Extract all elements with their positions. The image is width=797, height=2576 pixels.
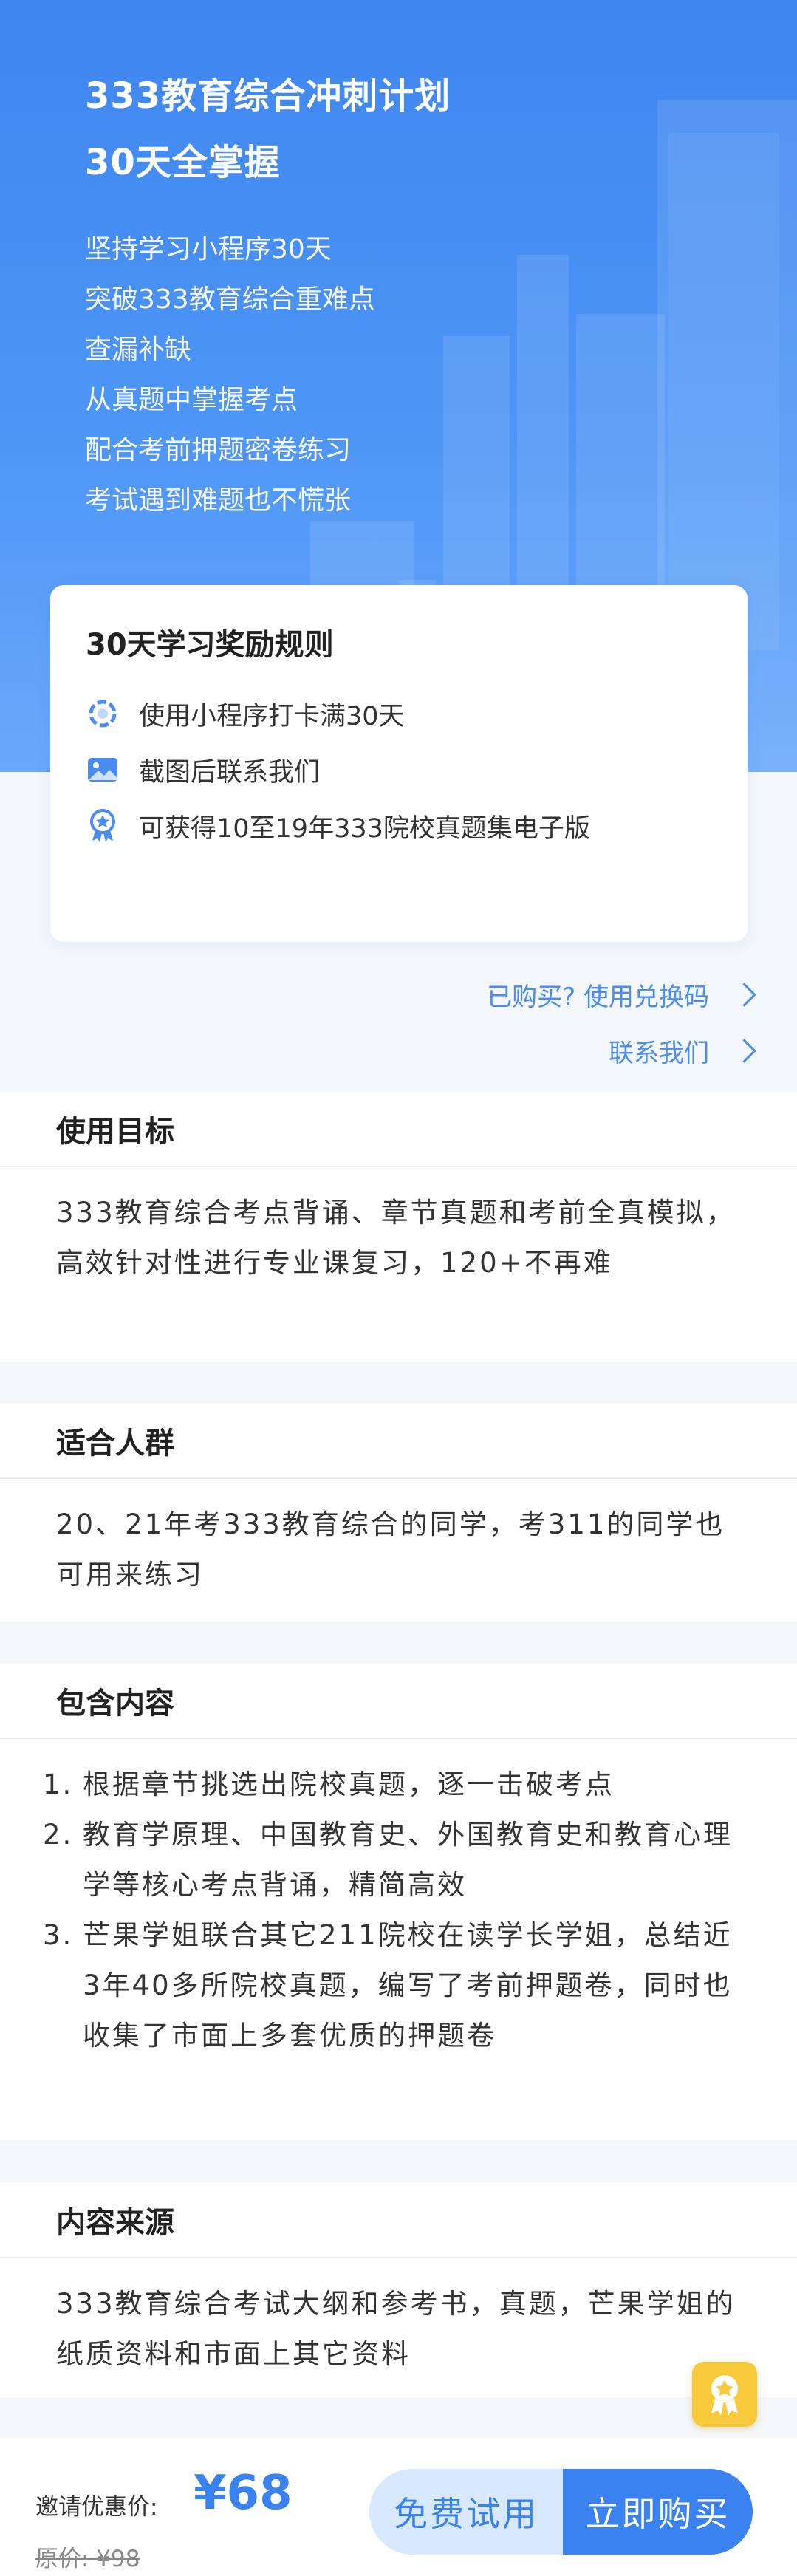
- section-title: 包含内容: [0, 1664, 797, 1739]
- contact-us-link[interactable]: 联系我们: [609, 1033, 756, 1069]
- chevron-right-icon: [732, 983, 756, 1007]
- refresh-icon: [86, 697, 120, 731]
- section-title: 使用目标: [0, 1092, 797, 1167]
- hero-line: 查漏补缺: [85, 335, 192, 365]
- list-number: 2.: [43, 1819, 74, 1851]
- hero-line: 考试遇到难题也不慌张: [85, 485, 352, 516]
- hero-title: 333教育综合冲刺计划: [85, 75, 451, 117]
- rule-item: 使用小程序打卡满30天: [86, 694, 405, 733]
- section-title: 适合人群: [0, 1404, 797, 1479]
- award-icon: [711, 2375, 739, 2416]
- section-contents: 包含内容 1. 根据章节挑选出院校真题，逐一击破考点 2. 教育学原理、中国教育…: [0, 1664, 797, 2140]
- free-trial-button[interactable]: 免费试用: [369, 2469, 563, 2555]
- image-icon: [86, 753, 120, 787]
- buy-now-button[interactable]: 立即购买: [563, 2469, 753, 2555]
- hero-line: 配合考前押题密卷练习: [85, 435, 352, 465]
- action-buttons: 免费试用 立即购买: [369, 2469, 753, 2555]
- section-text: 333教育综合考试大纲和参考书，真题，芒果学姐的纸质资料和市面上其它资料: [56, 2288, 736, 2370]
- chevron-right-icon: [732, 1039, 756, 1063]
- section-text: 333教育综合考点背诵、章节真题和考前全真模拟，高效针对性进行专业课复习，120…: [56, 1197, 736, 1279]
- price-value: ¥68: [194, 2466, 293, 2521]
- section-text: 20、21年考333教育综合的同学，考311的同学也可用来练习: [56, 1509, 725, 1591]
- list-text: 芒果学姐联合其它211院校在读学长学姐，总结近3年40多所院校真题，编写了考前押…: [83, 1919, 733, 2051]
- award-icon: [86, 809, 120, 843]
- section-title: 内容来源: [0, 2183, 797, 2258]
- section-source: 内容来源 333教育综合考试大纲和参考书，真题，芒果学姐的纸质资料和市面上其它资…: [0, 2183, 797, 2397]
- redeem-code-label: 已购买? 使用兑换码: [487, 983, 709, 1012]
- contact-us-label: 联系我们: [609, 1039, 709, 1068]
- list-text: 教育学原理、中国教育史、外国教育史和教育心理学等核心考点背诵，精简高效: [83, 1819, 733, 1901]
- rule-text: 截图后联系我们: [139, 757, 321, 788]
- rule-text: 使用小程序打卡满30天: [139, 701, 405, 731]
- rules-card: 30天学习奖励规则 使用小程序打卡满30天 截图后联系我们 可获得10至19年3…: [50, 585, 748, 942]
- list-item: 2. 教育学原理、中国教育史、外国教育史和教育心理学等核心考点背诵，精简高效: [43, 1810, 745, 1910]
- hero-subtitle: 30天全掌握: [85, 142, 281, 183]
- list-number: 3.: [43, 1919, 74, 1951]
- section-goal: 使用目标 333教育综合考点背诵、章节真题和考前全真模拟，高效针对性进行专业课复…: [0, 1092, 797, 1362]
- rules-card-title: 30天学习奖励规则: [86, 628, 334, 662]
- list-item: 1. 根据章节挑选出院校真题，逐一击破考点: [43, 1760, 745, 1810]
- section-audience: 适合人群 20、21年考333教育综合的同学，考311的同学也可用来练习: [0, 1404, 797, 1622]
- list-number: 1.: [43, 1769, 74, 1800]
- reward-float-button[interactable]: [692, 2362, 757, 2427]
- rule-item: 截图后联系我们: [86, 751, 320, 789]
- purchase-bar: 邀请优惠价: ¥68 原价: ¥98 免费试用 立即购买: [0, 2438, 797, 2576]
- list-item: 3. 芒果学姐联合其它211院校在读学长学姐，总结近3年40多所院校真题，编写了…: [43, 1910, 745, 2061]
- invite-price-label: 邀请优惠价:: [35, 2494, 158, 2521]
- hero-line: 坚持学习小程序30天: [85, 234, 332, 264]
- list-text: 根据章节挑选出院校真题，逐一击破考点: [83, 1769, 615, 1800]
- rule-text: 可获得10至19年333院校真题集电子版: [139, 813, 590, 844]
- original-price: 原价: ¥98: [35, 2546, 140, 2572]
- hero-line: 突破333教育综合重难点: [85, 284, 375, 315]
- hero-line: 从真题中掌握考点: [85, 385, 298, 415]
- rule-item: 可获得10至19年333院校真题集电子版: [86, 807, 590, 845]
- contents-list: 1. 根据章节挑选出院校真题，逐一击破考点 2. 教育学原理、中国教育史、外国教…: [0, 1739, 797, 2061]
- redeem-code-link[interactable]: 已购买? 使用兑换码: [487, 977, 756, 1013]
